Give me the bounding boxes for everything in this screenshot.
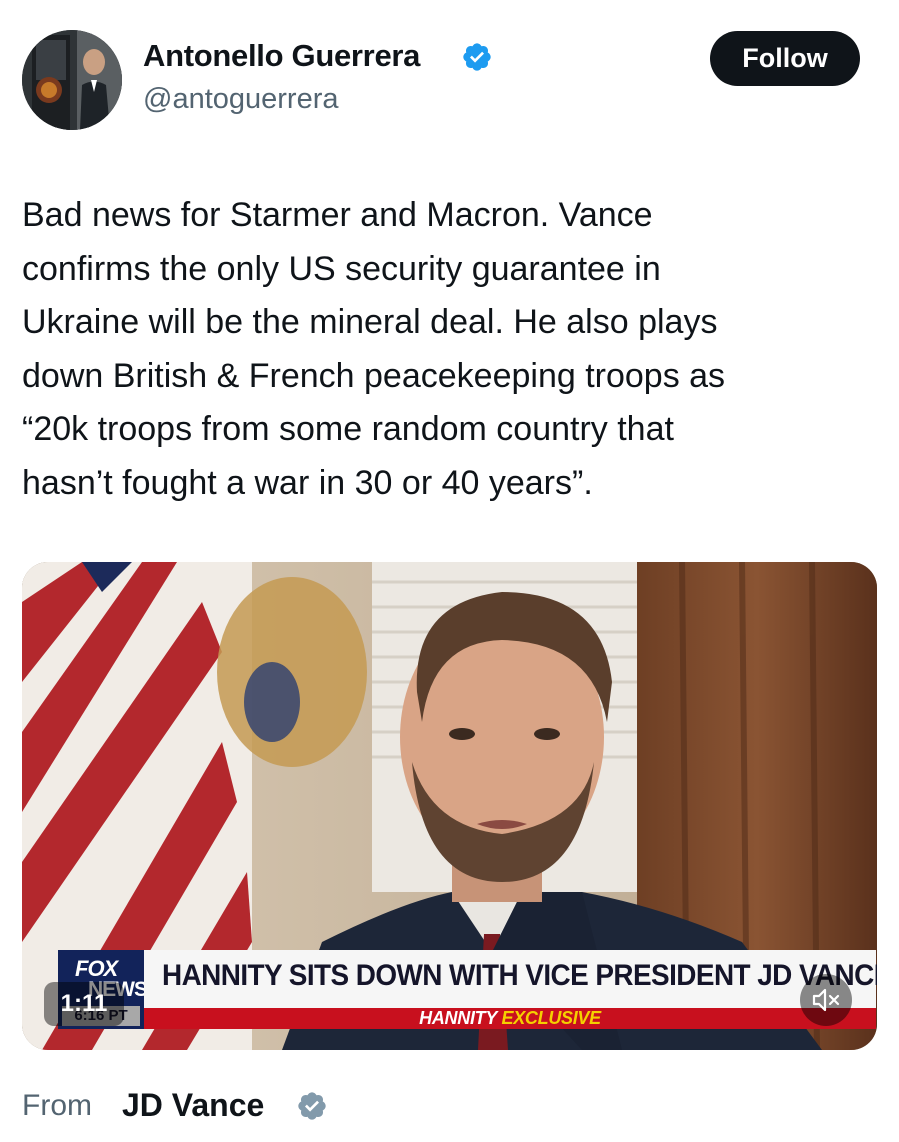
source-from-label: From	[22, 1089, 92, 1122]
tweet-text-line: down British & French peacekeeping troop…	[22, 356, 726, 395]
video-player[interactable]: FOX NEWS 6:16 PT HANNITY SITS DOWN WITH …	[22, 562, 877, 1050]
news-chyron: FOX NEWS 6:16 PT HANNITY SITS DOWN WITH …	[58, 950, 877, 1029]
author-avatar[interactable]	[22, 30, 122, 130]
tweet-text-line: confirms the only US security guarantee …	[22, 249, 661, 288]
chyron-headline: HANNITY SITS DOWN WITH VICE PRESIDENT JD…	[162, 959, 877, 992]
chyron-subtitle-bar: HANNITY EXCLUSIVE	[144, 1008, 876, 1029]
source-account-name[interactable]: JD Vance	[122, 1087, 264, 1124]
verified-badge-icon	[463, 43, 491, 71]
video-duration: 1:11	[44, 982, 124, 1026]
chyron-headline-bar: HANNITY SITS DOWN WITH VICE PRESIDENT JD…	[144, 950, 877, 1010]
author-name[interactable]: Antonello Guerrera	[143, 38, 420, 74]
tweet-text-line: Ukraine will be the mineral deal. He als…	[22, 303, 718, 341]
tweet-text-line: Bad news for Starmer and Macron. Vance	[22, 196, 653, 234]
chyron-sub-yellow: EXCLUSIVE	[501, 1008, 602, 1028]
tweet-text-line: “20k troops from some random country tha…	[22, 410, 674, 448]
speaker-muted-icon	[812, 988, 840, 1012]
grey-verified-badge-icon	[298, 1092, 326, 1120]
mute-button[interactable]	[800, 974, 852, 1026]
chyron-sub-white: HANNITY	[419, 1008, 498, 1028]
avatar-photo	[22, 30, 122, 130]
author-handle[interactable]: @antoguerrera	[143, 83, 339, 116]
follow-button[interactable]: Follow	[710, 31, 860, 86]
tweet-text-line: hasn’t fought a war in 30 or 40 years”.	[22, 463, 593, 502]
tweet-text: Bad news for Starmer and Macron. Vance c…	[22, 189, 872, 510]
